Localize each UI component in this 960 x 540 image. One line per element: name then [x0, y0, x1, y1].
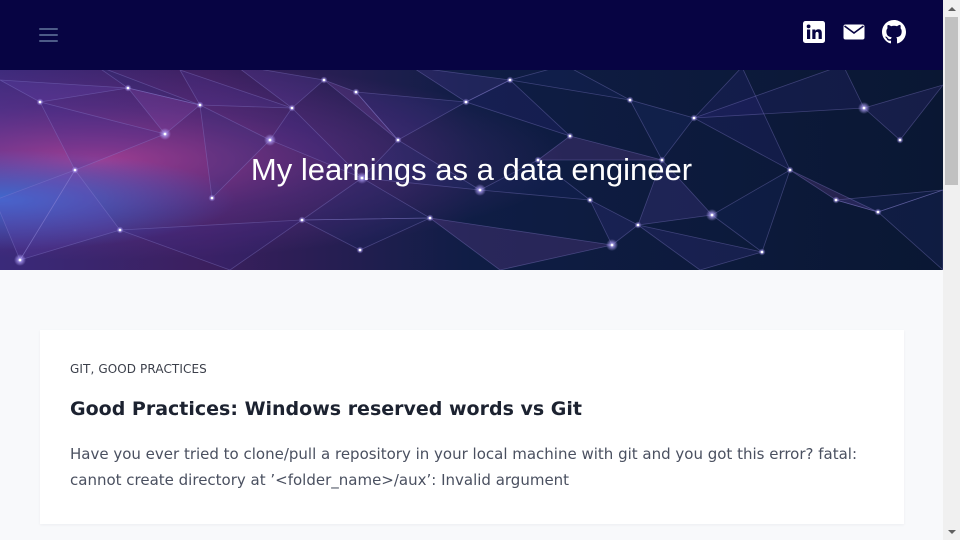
scroll-thumb[interactable] — [945, 17, 958, 185]
mail-icon[interactable] — [842, 20, 866, 44]
top-navigation-bar — [0, 0, 943, 70]
vertical-scrollbar[interactable] — [943, 0, 960, 540]
post-tags: GIT, GOOD PRACTICES — [70, 362, 207, 376]
post-title[interactable]: Good Practices: Windows reserved words v… — [70, 396, 582, 422]
hamburger-menu-icon[interactable] — [37, 24, 61, 46]
tag-good-practices[interactable]: GOOD PRACTICES — [98, 362, 207, 376]
scroll-down-arrow-icon[interactable] — [943, 523, 960, 540]
linkedin-icon[interactable] — [802, 20, 826, 44]
page: My learnings as a data engineer GIT, GOO… — [0, 0, 943, 540]
post-excerpt: Have you ever tried to clone/pull a repo… — [70, 445, 858, 489]
tag-git[interactable]: GIT — [70, 362, 90, 376]
hero-banner: My learnings as a data engineer — [0, 70, 943, 270]
post-card: GIT, GOOD PRACTICES Good Practices: Wind… — [40, 330, 904, 524]
hero-title: My learnings as a data engineer — [250, 152, 693, 187]
github-icon[interactable] — [882, 20, 906, 44]
scroll-up-arrow-icon[interactable] — [943, 0, 960, 17]
